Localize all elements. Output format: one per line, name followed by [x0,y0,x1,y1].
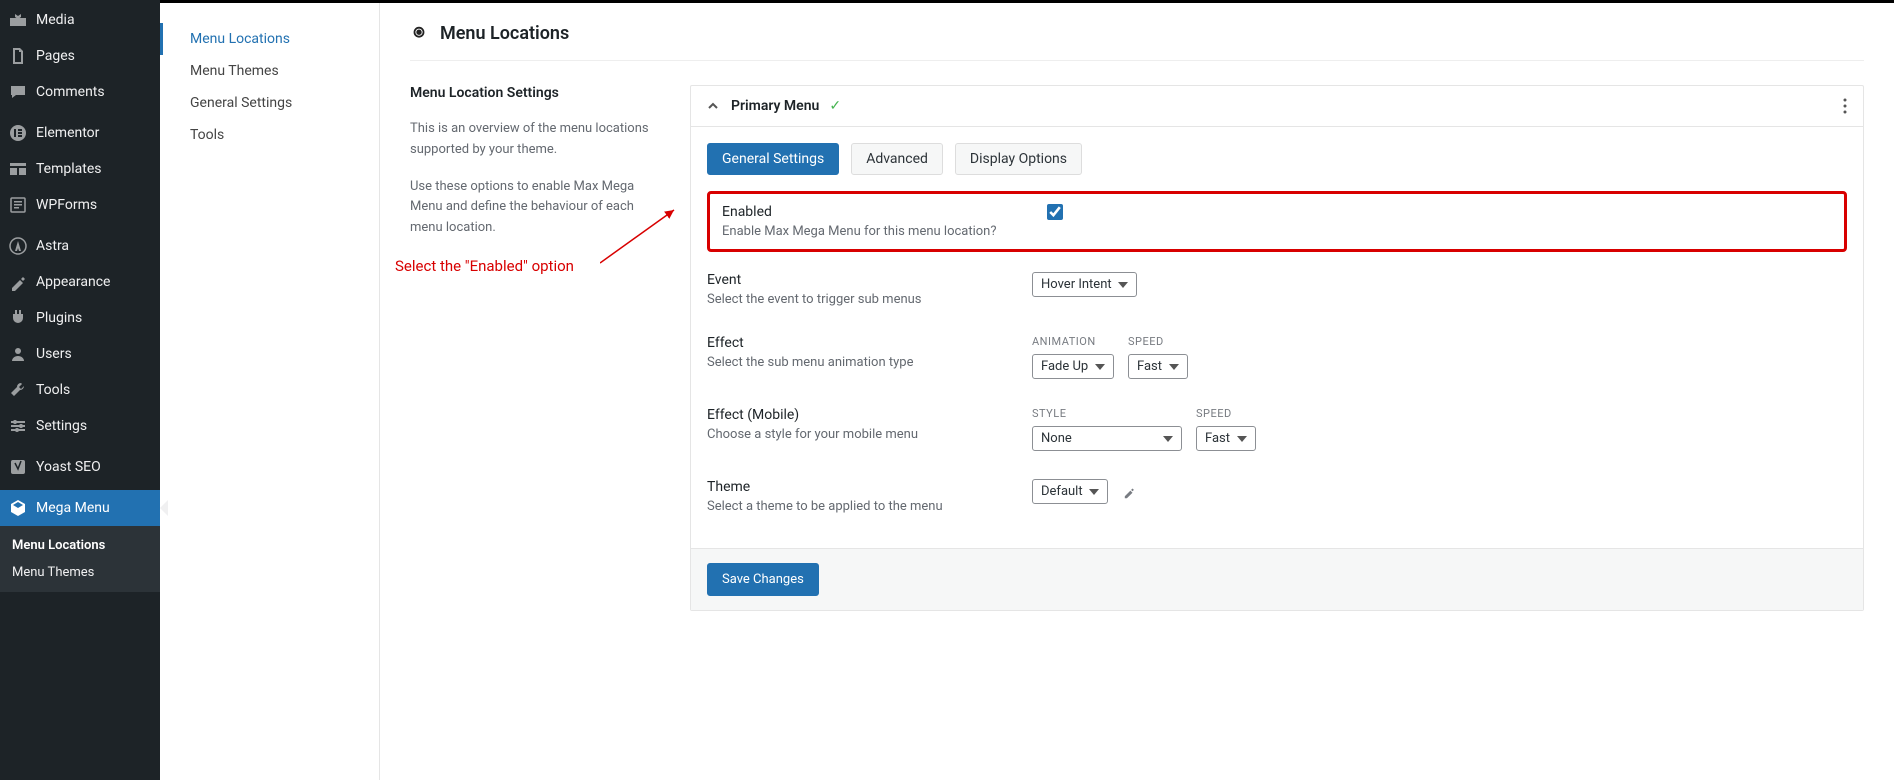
sidebar-item-elementor[interactable]: Elementor [0,115,160,151]
panel-tabs: General Settings Advanced Display Option… [691,127,1863,191]
effect-mobile-label: Effect (Mobile) [707,407,1032,423]
row-effect: Effect Select the sub menu animation typ… [707,321,1847,393]
sidebar-item-label: Tools [36,382,70,398]
row-enabled: Enabled Enable Max Mega Menu for this me… [707,191,1847,252]
theme-desc: Select a theme to be applied to the menu [707,499,1032,514]
plugin-subnav: Menu Locations Menu Themes General Setti… [160,3,380,780]
subnav-menu-themes[interactable]: Menu Themes [160,55,379,87]
sidebar-item-label: Appearance [36,274,110,290]
page-header: Menu Locations [410,23,1864,61]
sidebar-item-label: Plugins [36,310,82,326]
sidebar-item-astra[interactable]: Astra [0,228,160,264]
sidebar-item-appearance[interactable]: Appearance [0,264,160,300]
more-options-icon[interactable] [1843,98,1847,114]
templates-icon [8,159,28,179]
panel-footer: Save Changes [691,548,1863,610]
sidebar-item-tools[interactable]: Tools [0,372,160,408]
sidebar-item-label: Users [36,346,72,362]
sidebar-item-settings[interactable]: Settings [0,408,160,444]
effect-speed-select[interactable]: Fast [1128,354,1188,379]
sidebar-item-pages[interactable]: Pages [0,38,160,74]
tab-display-options[interactable]: Display Options [955,143,1082,175]
speed-sublabel: SPEED [1196,407,1256,420]
subnav-tools[interactable]: Tools [160,119,379,151]
sidebar-item-label: WPForms [36,197,97,213]
tab-advanced[interactable]: Advanced [851,143,943,175]
theme-label: Theme [707,479,1032,495]
chevron-up-icon [707,100,719,112]
effect-desc: Select the sub menu animation type [707,355,1032,370]
sidebar-item-comments[interactable]: Comments [0,74,160,110]
theme-select[interactable]: Default [1032,479,1108,504]
sidebar-item-users[interactable]: Users [0,336,160,372]
row-event: Event Select the event to trigger sub me… [707,258,1847,321]
effect-mobile-desc: Choose a style for your mobile menu [707,427,1032,442]
annotation-text: Select the "Enabled" option [395,257,574,275]
sidebar-item-label: Settings [36,418,87,434]
wp-admin-sidebar: Media Pages Comments Elementor Templates… [0,0,160,780]
sidebar-item-label: Pages [36,48,75,64]
menu-location-panel: Primary Menu ✓ General Settings Advanced… [690,85,1864,611]
check-icon: ✓ [829,98,841,114]
style-sublabel: STYLE [1032,407,1182,420]
effect-label: Effect [707,335,1032,351]
row-theme: Theme Select a theme to be applied to th… [707,465,1847,528]
media-icon [8,10,28,30]
effect-mobile-speed-select[interactable]: Fast [1196,426,1256,451]
sidebar-item-templates[interactable]: Templates [0,151,160,187]
comments-icon [8,82,28,102]
sidebar-item-media[interactable]: Media [0,2,160,38]
appearance-icon [8,272,28,292]
intro-paragraph: Use these options to enable Max Mega Men… [410,177,650,239]
row-effect-mobile: Effect (Mobile) Choose a style for your … [707,393,1847,465]
sidebar-item-label: Elementor [36,125,99,141]
sidebar-item-label: Yoast SEO [36,459,101,475]
speed-sublabel: SPEED [1128,335,1188,348]
enabled-checkbox[interactable] [1047,204,1063,220]
sidebar-item-label: Mega Menu [36,500,110,516]
sidebar-item-yoast[interactable]: Yoast SEO [0,449,160,485]
intro-column: Menu Location Settings This is an overvi… [410,85,650,611]
animation-sublabel: ANIMATION [1032,335,1114,348]
tools-icon [8,380,28,400]
event-label: Event [707,272,1032,288]
settings-icon [8,416,28,436]
panel-header[interactable]: Primary Menu ✓ [691,86,1863,127]
astra-icon [8,236,28,256]
submenu-item-menu-locations[interactable]: Menu Locations [0,532,160,559]
sidebar-item-megamenu[interactable]: Mega Menu [0,490,160,526]
wpforms-icon [8,195,28,215]
intro-paragraph: This is an overview of the menu location… [410,119,650,161]
submenu-item-menu-themes[interactable]: Menu Themes [0,559,160,586]
users-icon [8,344,28,364]
sidebar-item-wpforms[interactable]: WPForms [0,187,160,223]
plugins-icon [8,308,28,328]
subnav-menu-locations[interactable]: Menu Locations [160,23,379,55]
megamenu-icon [8,498,28,518]
intro-heading: Menu Location Settings [410,85,650,101]
sidebar-item-label: Comments [36,84,105,100]
yoast-icon [8,457,28,477]
event-select[interactable]: Hover Intent [1032,272,1137,297]
pages-icon [8,46,28,66]
sidebar-item-label: Templates [36,161,102,177]
event-desc: Select the event to trigger sub menus [707,292,1032,307]
enabled-desc: Enable Max Mega Menu for this menu locat… [722,224,1047,239]
save-changes-button[interactable]: Save Changes [707,563,819,596]
content-area: Menu Locations Menu Location Settings Th… [380,3,1894,780]
sidebar-item-plugins[interactable]: Plugins [0,300,160,336]
sidebar-submenu: Menu Locations Menu Themes [0,526,160,592]
page-title: Menu Locations [440,23,569,44]
enabled-label: Enabled [722,204,1047,220]
panel-title: Primary Menu [731,98,819,114]
effect-animation-select[interactable]: Fade Up [1032,354,1114,379]
elementor-icon [8,123,28,143]
sidebar-item-label: Astra [36,238,69,254]
effect-mobile-style-select[interactable]: None [1032,426,1182,451]
location-pin-icon [410,25,428,43]
sidebar-item-label: Media [36,12,75,28]
edit-theme-icon[interactable] [1122,479,1136,499]
subnav-general-settings[interactable]: General Settings [160,87,379,119]
tab-general-settings[interactable]: General Settings [707,143,839,175]
